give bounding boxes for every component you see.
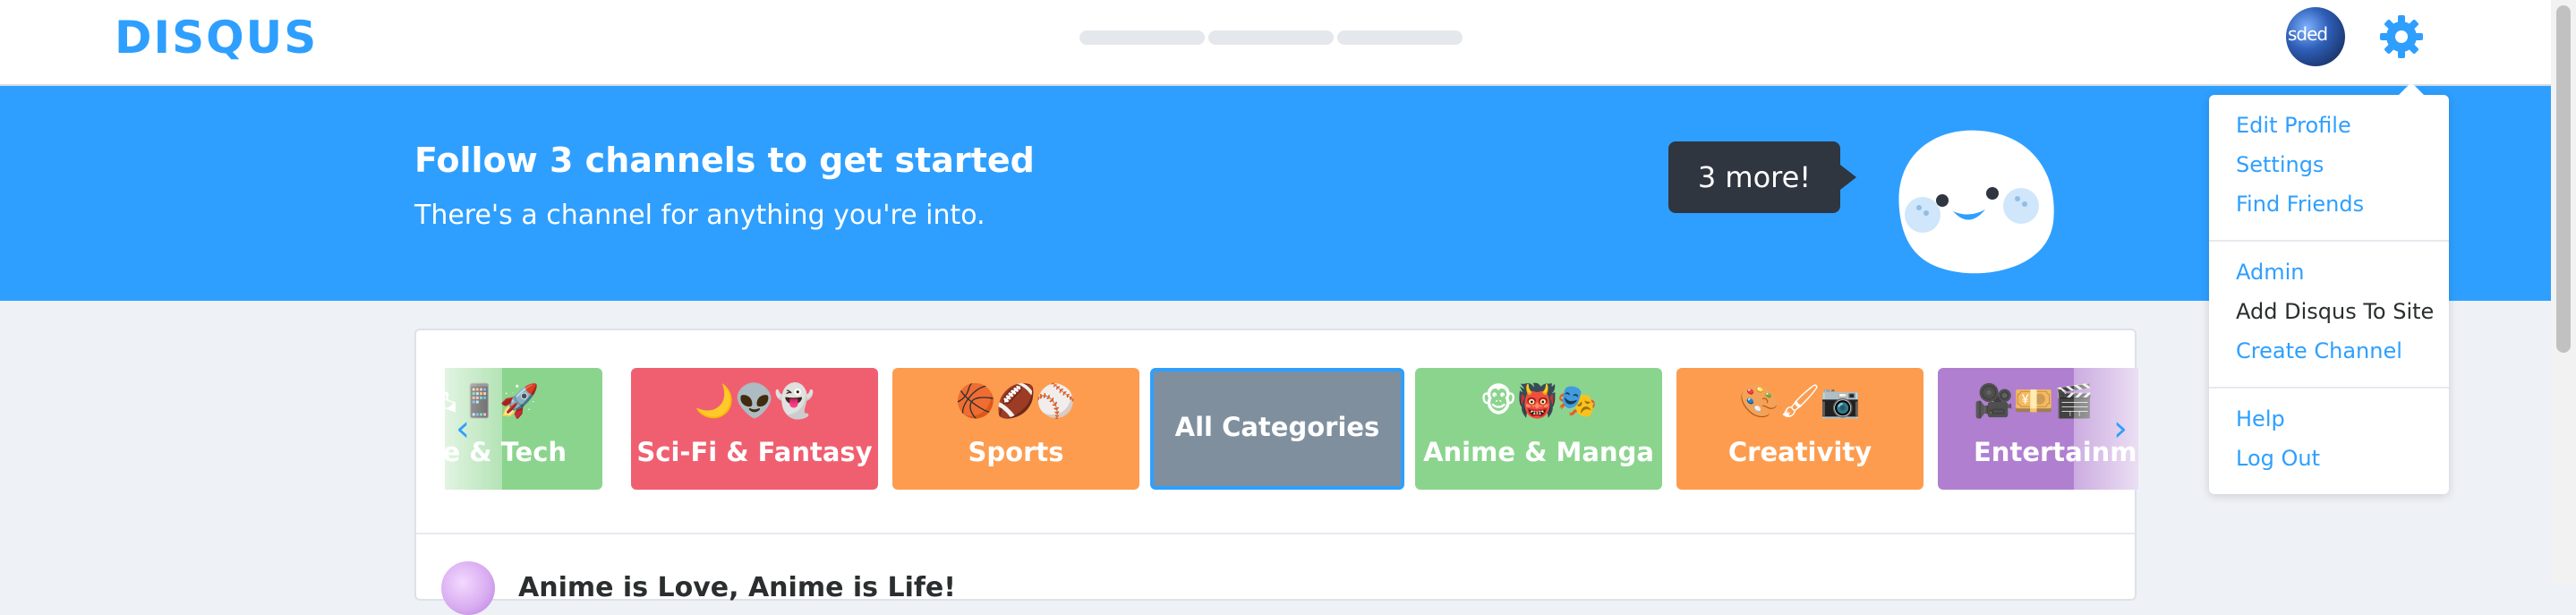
category-emoji: 🌙👽👻 (694, 383, 815, 420)
banner-subtitle: There's a channel for anything you're in… (414, 200, 985, 231)
onboarding-progress (1079, 30, 1463, 45)
category-card-scifi-fantasy[interactable]: 🌙👽👻 Sci-Fi & Fantasy (631, 368, 878, 490)
dropdown-divider (2209, 240, 2449, 242)
menu-item-help[interactable]: Help (2209, 399, 2449, 439)
category-emoji: 🏀🏈⚾ (955, 383, 1077, 420)
dropdown-group-help: Help Log Out (2209, 399, 2449, 478)
gear-icon[interactable] (2377, 13, 2426, 61)
category-label: Sci-Fi & Fantasy (636, 437, 873, 467)
category-label: Creativity (1727, 437, 1872, 467)
menu-item-add-disqus-to-site[interactable]: Add Disqus To Site (2209, 292, 2449, 331)
category-label: Anime & Manga (1423, 437, 1654, 467)
dropdown-divider (2209, 387, 2449, 389)
progress-segment-2 (1208, 30, 1334, 45)
user-avatar[interactable]: sded (2286, 7, 2345, 66)
panel-divider (416, 533, 2135, 534)
category-card-creativity[interactable]: 🎨🖌📷 Creativity (1676, 368, 1923, 490)
banner-title: Follow 3 channels to get started (414, 141, 1035, 180)
menu-item-find-friends[interactable]: Find Friends (2209, 184, 2449, 224)
menu-item-log-out[interactable]: Log Out (2209, 439, 2449, 478)
channels-remaining-callout: 3 more! (1668, 141, 1856, 213)
mascot-icon (1898, 130, 2054, 274)
channel-title[interactable]: Anime is Love, Anime is Life! (518, 572, 956, 603)
category-emoji: 🎨🖌📷 (1739, 383, 1861, 420)
avatar-text: sded (2288, 23, 2328, 45)
category-card-all-categories[interactable]: All Categories (1150, 368, 1404, 490)
onboarding-banner: Follow 3 channels to get started There's… (0, 86, 2551, 301)
channel-avatar[interactable] (441, 561, 495, 615)
category-card-sports[interactable]: 🏀🏈⚾ Sports (892, 368, 1139, 490)
category-card-anime-manga[interactable]: 🐵👹🎭 Anime & Manga (1415, 368, 1662, 490)
category-carousel: 🛰📱🚀 ence & Tech 🌙👽👻 Sci-Fi & Fantasy 🏀🏈⚾… (445, 368, 2138, 493)
top-navbar: DISQUS sded (0, 0, 2551, 86)
progress-segment-3 (1337, 30, 1463, 45)
category-emoji: 🐵👹🎭 (1480, 383, 1598, 420)
menu-item-admin[interactable]: Admin (2209, 252, 2449, 292)
scrollbar-thumb[interactable] (2556, 5, 2571, 353)
carousel-next-icon[interactable]: › (2103, 407, 2138, 450)
progress-segment-1 (1079, 30, 1205, 45)
category-label: All Categories (1174, 412, 1380, 442)
disqus-logo[interactable]: DISQUS (115, 13, 318, 63)
page-scrollbar[interactable] (2551, 0, 2576, 584)
carousel-prev-icon[interactable]: ‹ (445, 407, 481, 450)
menu-item-settings[interactable]: Settings (2209, 145, 2449, 184)
user-settings-dropdown: Edit Profile Settings Find Friends Admin… (2209, 82, 2449, 494)
channel-picker-panel: 🛰📱🚀 ence & Tech 🌙👽👻 Sci-Fi & Fantasy 🏀🏈⚾… (414, 329, 2138, 615)
dropdown-group-admin: Admin Add Disqus To Site Create Channel (2209, 252, 2449, 371)
menu-item-create-channel[interactable]: Create Channel (2209, 331, 2449, 371)
dropdown-group-profile: Edit Profile Settings Find Friends (2209, 106, 2449, 224)
category-label: Sports (968, 437, 1064, 467)
menu-item-edit-profile[interactable]: Edit Profile (2209, 106, 2449, 145)
